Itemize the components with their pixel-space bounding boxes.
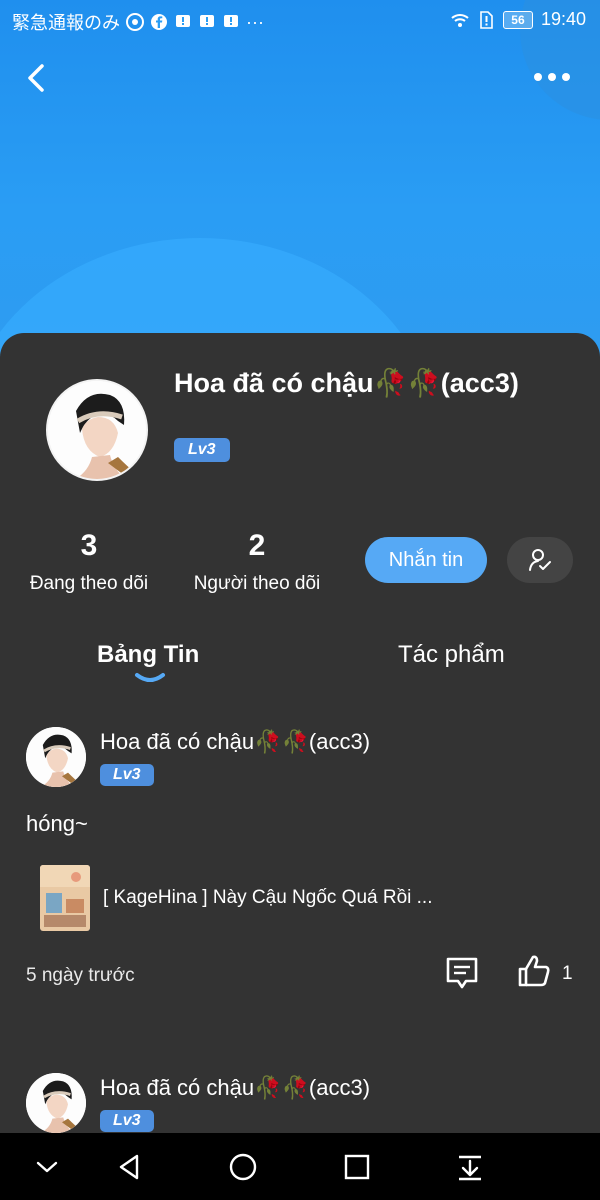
nav-home-button[interactable] — [228, 1152, 258, 1182]
following-stat[interactable]: 3 Đang theo dõi — [24, 529, 154, 595]
level-badge-wrapper: Lv3 — [100, 764, 154, 786]
profile-card: Hoa đã có chậu🥀🥀(acc3) Lv3 3 Đang theo d… — [0, 333, 600, 1133]
post-author-name[interactable]: Hoa đã có chậu🥀🥀(acc3) — [100, 729, 370, 755]
message-button[interactable]: Nhắn tin — [365, 537, 487, 583]
nav-back-button[interactable] — [115, 1152, 145, 1182]
circle-home-icon — [229, 1153, 257, 1181]
avatar-illustration — [26, 1073, 86, 1133]
more-notifications-icon: ··· — [246, 11, 264, 32]
message-notification-icon — [222, 13, 240, 31]
more-dot-icon — [548, 73, 556, 81]
tab-feed[interactable]: Bảng Tin — [97, 641, 199, 669]
system-navigation-bar — [0, 1133, 600, 1200]
avatar-illustration — [48, 381, 146, 479]
battery-indicator: 56 — [502, 10, 533, 29]
status-bar: 緊急通報のみ ··· 56 19:40 — [0, 0, 600, 40]
level-badge-wrapper: Lv3 — [174, 438, 230, 462]
like-button[interactable] — [516, 953, 552, 989]
clock: 19:40 — [540, 9, 586, 29]
chevron-down-icon — [36, 1161, 58, 1173]
followers-label: Người theo dõi — [193, 573, 321, 594]
back-button[interactable] — [22, 60, 54, 96]
following-label: Đang theo dõi — [29, 573, 149, 594]
more-options-button[interactable] — [534, 66, 574, 88]
attachment-title: [ KageHina ] Này Cậu Ngốc Quá Rồi ... — [103, 887, 433, 908]
pull-down-icon — [459, 1155, 481, 1181]
sim-alert-icon — [477, 10, 495, 29]
followers-stat[interactable]: 2 Người theo dõi — [188, 529, 326, 595]
hide-nav-button[interactable] — [32, 1152, 62, 1182]
level-badge-wrapper: Lv3 — [100, 1110, 154, 1132]
post-attachment-link[interactable]: [ KageHina ] Này Cậu Ngốc Quá Rồi ... — [40, 865, 560, 931]
following-count: 3 — [80, 529, 98, 562]
carrier-text: 緊急通報のみ — [12, 13, 120, 33]
post-author-name[interactable]: Hoa đã có chậu🥀🥀(acc3) — [100, 1075, 370, 1101]
more-dot-icon — [562, 73, 570, 81]
comment-button[interactable] — [444, 955, 480, 991]
message-notification-icon — [198, 13, 216, 31]
comment-icon — [446, 957, 478, 989]
avatar-illustration — [26, 727, 86, 787]
square-recents-icon — [344, 1154, 370, 1180]
message-notification-icon — [174, 13, 192, 31]
thumbs-up-icon — [518, 955, 550, 987]
more-dot-icon — [534, 73, 542, 81]
triangle-back-icon — [119, 1154, 139, 1180]
notification-shade-button[interactable] — [455, 1152, 485, 1182]
level-badge: Lv3 — [174, 438, 230, 462]
profile-name: Hoa đã có chậu🥀🥀(acc3) — [174, 368, 519, 398]
user-check-icon — [529, 549, 551, 571]
level-badge: Lv3 — [100, 1110, 154, 1132]
like-count: 1 — [562, 963, 573, 984]
active-tab-indicator — [135, 673, 165, 682]
chevron-left-icon — [28, 64, 44, 92]
follow-status-button[interactable] — [507, 537, 573, 583]
tab-works[interactable]: Tác phẩm — [398, 641, 505, 669]
post-author-avatar[interactable] — [26, 1073, 86, 1133]
post-author-avatar[interactable] — [26, 727, 86, 787]
profile-header-banner: 緊急通報のみ ··· 56 19:40 — [0, 0, 600, 380]
post-text: hóng~ — [26, 811, 88, 836]
level-badge: Lv3 — [100, 764, 154, 786]
facebook-icon — [150, 13, 168, 31]
profile-avatar[interactable] — [46, 379, 148, 481]
attachment-thumbnail — [40, 865, 90, 931]
chrome-icon — [126, 13, 144, 31]
followers-count: 2 — [248, 529, 266, 562]
nav-recents-button[interactable] — [342, 1152, 372, 1182]
wifi-icon — [451, 11, 469, 29]
post-timestamp: 5 ngày trước — [26, 965, 135, 986]
